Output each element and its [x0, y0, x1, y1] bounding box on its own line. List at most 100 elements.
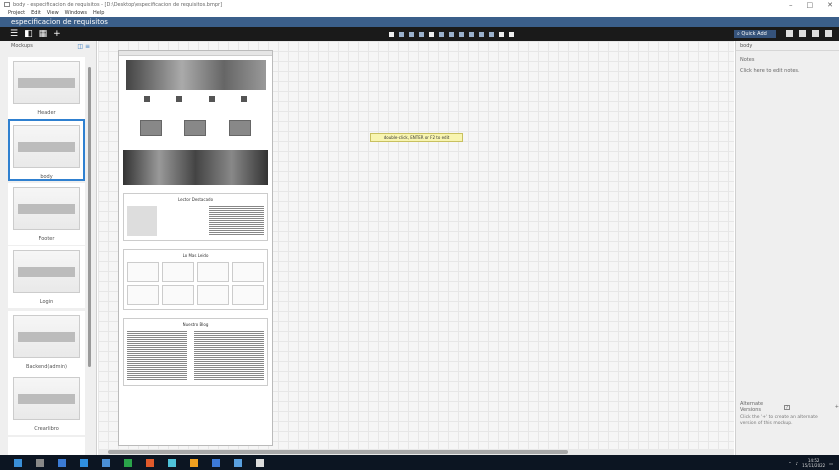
mock-icon — [144, 96, 151, 102]
mockup-section-blog: Nuestro Blog — [123, 318, 268, 386]
mockup-body[interactable]: Lector Destacado Lo Mas Leido Nuestro Bl… — [118, 50, 273, 446]
app-icon[interactable] — [168, 458, 176, 467]
mock-image — [184, 120, 207, 136]
mockup-thumb-more[interactable] — [8, 437, 85, 455]
quick-add-input[interactable]: ⌕ Quick Add — [734, 30, 776, 38]
minimize-button[interactable]: – — [789, 1, 793, 9]
app-icon[interactable] — [146, 458, 154, 467]
mock-image — [228, 120, 251, 136]
vscode-icon[interactable] — [212, 458, 220, 467]
mockup-thumb-login[interactable]: Login — [8, 246, 85, 308]
search-icon[interactable] — [498, 31, 504, 37]
bring-front-icon[interactable] — [458, 31, 464, 37]
mockup-thumb-crearlibro[interactable]: Crearlibro — [8, 373, 85, 435]
thumb-label: body — [40, 174, 53, 180]
thumb-image — [13, 125, 80, 168]
notes-field[interactable]: Click here to edit notes. — [736, 63, 839, 74]
mockup-icon-row — [119, 90, 272, 102]
send-back-icon[interactable] — [468, 31, 474, 37]
thumb-label: Backend(admin) — [26, 364, 67, 370]
help-icon[interactable]: ? — [784, 404, 790, 410]
mockup-thumb-footer[interactable]: Footer — [8, 183, 85, 245]
mock-icon — [176, 96, 183, 102]
close-button[interactable]: ✕ — [827, 1, 833, 9]
explorer-icon[interactable] — [102, 458, 110, 467]
balsamiq-icon[interactable] — [256, 458, 264, 467]
section-title: Lector Destacado — [177, 197, 214, 202]
plus-icon[interactable]: + — [53, 29, 61, 39]
start-icon[interactable] — [14, 458, 22, 467]
project-bar: especificacion de requisitos — [0, 17, 839, 27]
toolbar: ☰ ◧ ▦ + ⌕ Quick Add — [0, 27, 839, 41]
chrome-icon[interactable] — [190, 458, 198, 467]
canvas[interactable]: Lector Destacado Lo Mas Leido Nuestro Bl… — [98, 41, 734, 451]
search-icon[interactable] — [36, 458, 44, 467]
thumb-image — [13, 187, 80, 230]
thumb-label: Header — [37, 110, 56, 116]
copy-icon[interactable] — [418, 31, 424, 37]
layout-icon[interactable] — [786, 30, 793, 37]
app-icon[interactable] — [124, 458, 132, 467]
ungroup-icon[interactable] — [448, 31, 454, 37]
clock[interactable]: 14:52 15/11/2022 — [802, 458, 825, 468]
mock-text-block — [127, 331, 187, 381]
app-icon[interactable] — [234, 458, 242, 467]
alternate-hint: Click the '+' to create an alternate ver… — [740, 415, 818, 426]
mock-card-grid — [127, 262, 264, 305]
panel-toggle-icon[interactable]: ◧ — [24, 29, 33, 39]
menu-windows[interactable]: Windows — [65, 10, 87, 16]
menu-help[interactable]: Help — [93, 10, 104, 16]
mockup-section-leido: Lo Mas Leido — [123, 249, 268, 310]
mock-image — [140, 120, 163, 136]
properties-panel: body Notes Click here to edit notes. Alt… — [735, 41, 839, 455]
properties-icon[interactable] — [812, 30, 819, 37]
hamburger-icon[interactable]: ☰ — [10, 29, 18, 39]
alternate-versions: Alternate Versions ? + — [740, 401, 839, 413]
mockup-browser-bar — [119, 51, 272, 56]
thumb-label: Login — [39, 299, 54, 305]
redo-icon[interactable] — [398, 31, 404, 37]
menu-view[interactable]: View — [47, 10, 59, 16]
mockup-thumb-header[interactable]: Header — [8, 57, 85, 120]
mockups-scrollbar[interactable] — [88, 67, 91, 367]
section-title: Nuestro Blog — [182, 322, 209, 327]
volume-icon[interactable]: ♪ — [796, 461, 799, 466]
panel-icon[interactable] — [825, 30, 832, 37]
mock-text-block — [194, 331, 264, 381]
maximize-button[interactable]: □ — [807, 1, 814, 9]
group-icon[interactable] — [438, 31, 444, 37]
thumb-image — [13, 377, 80, 420]
mock-text-block — [209, 206, 264, 236]
mockup-section-lector: Lector Destacado — [123, 193, 268, 241]
undo-icon[interactable] — [388, 31, 394, 37]
cut-icon[interactable] — [408, 31, 414, 37]
mock-avatar — [127, 206, 157, 236]
lock-icon[interactable] — [478, 31, 484, 37]
network-icon[interactable]: ⌃ — [788, 461, 791, 466]
panel-title: body — [736, 41, 839, 51]
add-alternate-icon[interactable]: + — [835, 404, 839, 410]
window-title: body - especificacion de requisitos - [D… — [13, 1, 223, 8]
fullscreen-icon[interactable] — [508, 31, 514, 37]
edge-icon[interactable] — [80, 458, 88, 467]
mock-icon — [208, 96, 215, 102]
thumb-image — [13, 250, 80, 293]
mockup-thumb-backend[interactable]: Backend(admin) — [8, 311, 85, 373]
menu-project[interactable]: Project — [8, 10, 25, 16]
menu-edit[interactable]: Edit — [31, 10, 41, 16]
align-icon[interactable] — [488, 31, 494, 37]
mockup-thumb-body[interactable]: body — [8, 119, 85, 181]
grid-icon[interactable]: ▦ — [39, 29, 48, 39]
mock-icon — [240, 96, 247, 102]
mockups-header: Mockups ◫ ≡ — [0, 41, 96, 51]
scrollbar-thumb[interactable] — [108, 450, 568, 454]
mockup-banner-image — [123, 150, 268, 185]
notifications-icon[interactable]: ▭ — [829, 461, 833, 466]
section-title: Lo Mas Leido — [182, 253, 209, 258]
project-name[interactable]: especificacion de requisitos — [11, 18, 108, 26]
view-toggle-icon[interactable]: ◫ ≡ — [77, 43, 90, 50]
task-view-icon[interactable] — [58, 458, 66, 467]
info-icon[interactable] — [799, 30, 806, 37]
thumb-label: Footer — [38, 236, 55, 242]
delete-icon[interactable] — [428, 31, 434, 37]
